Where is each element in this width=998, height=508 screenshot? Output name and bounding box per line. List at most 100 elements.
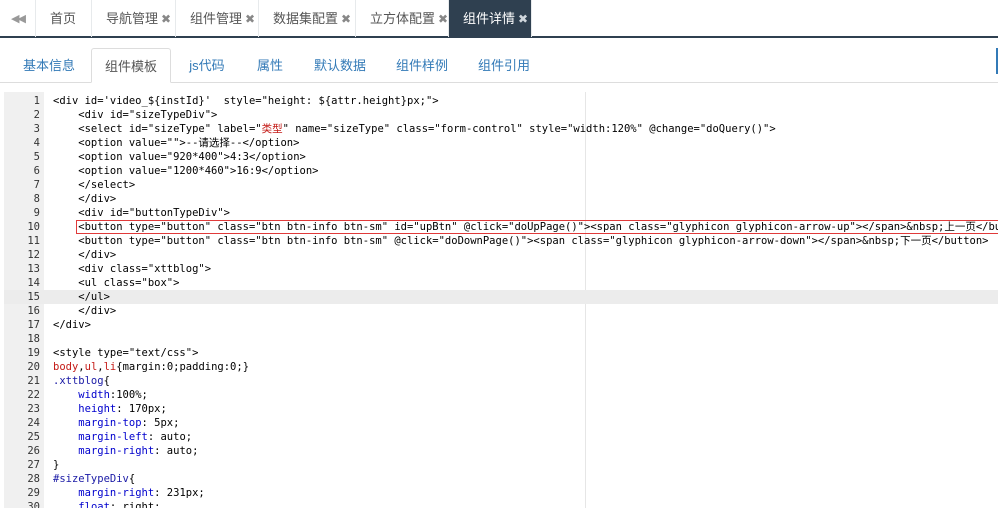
code-text: height: 170px; [53, 402, 167, 416]
line-number: 28 [27, 473, 40, 485]
line-number: 24 [27, 417, 40, 429]
line-number: 27 [27, 459, 40, 471]
line-number: 7 [33, 179, 40, 191]
code-token: : 5px; [141, 417, 180, 429]
code-text: </div> [53, 304, 116, 318]
line-number: 29 [27, 487, 40, 499]
tab-label: 首页 [50, 11, 77, 26]
code-token: #sizeTypeDiv [53, 473, 129, 485]
code-line[interactable]: 18 [4, 332, 998, 346]
code-line[interactable]: 5 <option value="920*400">4:3</option> [4, 150, 998, 164]
code-text: margin-right: 231px; [53, 486, 205, 500]
code-line[interactable]: 16 </div> [4, 304, 998, 318]
tab-default-data[interactable]: 默认数据 [302, 48, 378, 83]
line-number: 6 [33, 165, 40, 177]
code-line[interactable]: 21 .xttblog{ [4, 374, 998, 388]
close-icon[interactable]: ✖ [245, 12, 255, 26]
line-number: 25 [27, 431, 40, 443]
line-number: 5 [33, 151, 40, 163]
top-tab-component-detail[interactable]: 组件详情 ✖ [449, 0, 532, 37]
code-line[interactable]: 27} [4, 458, 998, 472]
line-number: 4 [33, 137, 40, 149]
code-token: <select id="sizeType" label=" [53, 123, 262, 135]
code-token: margin-right [78, 445, 155, 457]
line-number: 9 [33, 207, 40, 219]
code-text: </div> [53, 248, 116, 262]
line-number: 19 [27, 347, 40, 359]
line-number: 3 [33, 123, 40, 135]
line-number: 17 [27, 319, 40, 331]
tab-label: 组件管理 [190, 11, 243, 26]
tab-component-samples[interactable]: 组件样例 [384, 48, 460, 83]
code-editor[interactable]: 1 <div id='video_${instId}' style="height… [4, 92, 998, 508]
code-token: </div> [53, 305, 117, 317]
code-token: width [78, 389, 110, 401]
tab-attributes[interactable]: 属性 [244, 48, 296, 83]
code-token: </select> [53, 179, 136, 191]
code-token: } [53, 459, 60, 471]
top-tab-component-management[interactable]: 组件管理 ✖ [176, 0, 259, 37]
tab-basic-info[interactable]: 基本信息 [12, 48, 86, 83]
close-icon[interactable]: ✖ [161, 12, 171, 26]
code-text: <select id="sizeType" label="类型" name="s… [53, 122, 776, 136]
code-line[interactable]: 4 <option value="">--请选择--</option> [4, 136, 998, 150]
code-text: body,ul,li{margin:0;padding:0;} [53, 360, 249, 374]
code-line[interactable]: 29 margin-right: 231px; [4, 486, 998, 500]
top-tab-home[interactable]: 首页 [36, 0, 92, 37]
top-tab-cube-config[interactable]: 立方体配置 ✖ [356, 0, 449, 37]
code-token: : 231px; [154, 487, 205, 499]
code-line[interactable]: 20 body,ul,li{margin:0;padding:0;} [4, 360, 998, 374]
line-number: 2 [33, 109, 40, 121]
line-number: 22 [27, 389, 40, 401]
code-line[interactable]: 28 #sizeTypeDiv{ [4, 472, 998, 486]
code-line[interactable]: 22 width:100%; [4, 388, 998, 402]
code-text: #sizeTypeDiv{ [53, 472, 135, 486]
code-token: : auto; [147, 431, 193, 443]
code-line[interactable]: 17 </div> [4, 318, 998, 332]
code-text: <div id='video_${instId}' style="height:… [53, 94, 439, 108]
code-line[interactable]: 8 </div> [4, 192, 998, 206]
code-line[interactable]: 11 <button type="button" class="btn btn-… [4, 234, 998, 248]
code-line[interactable]: 1 <div id='video_${instId}' style="height… [4, 94, 998, 108]
code-token: float [78, 501, 110, 508]
code-line[interactable]: 30 float: right; [4, 500, 998, 508]
tab-js-code[interactable]: js代码 [176, 48, 238, 83]
code-line[interactable]: 12 </div> [4, 248, 998, 262]
code-text: <div class="xttblog"> [53, 262, 211, 276]
code-token: 类型 [261, 123, 283, 135]
line-number: 20 [27, 361, 40, 373]
code-line[interactable]: 13 <div class="xttblog"> [4, 262, 998, 276]
code-token: <div id="sizeTypeDiv"> [53, 109, 218, 121]
code-line[interactable]: 23 height: 170px; [4, 402, 998, 416]
code-text: </select> [53, 178, 135, 192]
code-token: margin-right [78, 487, 155, 499]
tab-component-references[interactable]: 组件引用 [466, 48, 542, 83]
code-line[interactable]: 19 <style type="text/css"> [4, 346, 998, 360]
highlight-annotation-box [76, 220, 998, 234]
code-line[interactable]: 6 <option value="1200*460">16:9</option> [4, 164, 998, 178]
top-tab-dataset-config[interactable]: 数据集配置 ✖ [259, 0, 356, 37]
scroll-tabs-left-icon[interactable]: ◀◀ [0, 0, 36, 37]
close-icon[interactable]: ✖ [518, 12, 528, 26]
close-icon[interactable]: ✖ [438, 12, 448, 26]
tab-component-template[interactable]: 组件模板 [91, 48, 171, 83]
code-line[interactable]: 2 <div id="sizeTypeDiv"> [4, 108, 998, 122]
close-icon[interactable]: ✖ [341, 12, 351, 26]
code-line[interactable]: 14 <ul class="box"> [4, 276, 998, 290]
code-line[interactable]: 26 margin-right: auto; [4, 444, 998, 458]
line-number: 10 [27, 221, 40, 233]
code-line[interactable]: 9 <div id="buttonTypeDiv"> [4, 206, 998, 220]
code-line[interactable]: 24 margin-top: 5px; [4, 416, 998, 430]
line-number: 23 [27, 403, 40, 415]
code-line[interactable]: 15 </ul> [4, 290, 998, 304]
code-line[interactable]: 3 <select id="sizeType" label="类型" name=… [4, 122, 998, 136]
top-tab-nav-management[interactable]: 导航管理 ✖ [92, 0, 176, 37]
code-line[interactable]: 7 </select> [4, 178, 998, 192]
code-token: height [78, 403, 117, 415]
code-line[interactable]: 25 margin-left: auto; [4, 430, 998, 444]
code-token: " name="sizeType" class="form-control" s… [282, 123, 776, 135]
code-token: ul [84, 361, 98, 373]
